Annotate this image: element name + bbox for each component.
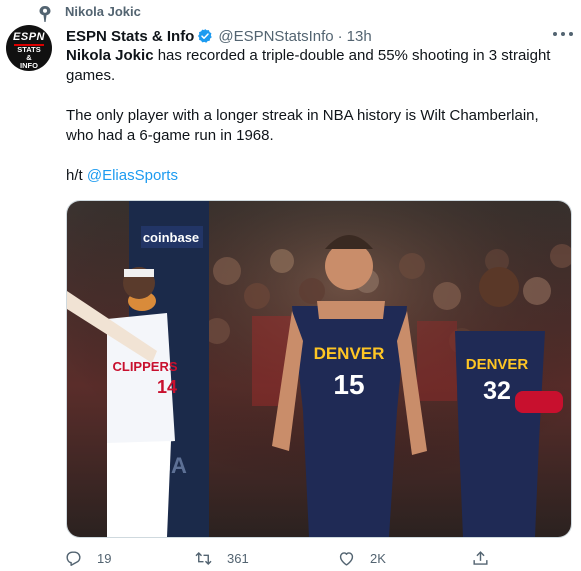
hat-tip-prefix: h/t [66,167,87,184]
retweet-count: 361 [227,550,249,566]
reply-count: 19 [97,550,112,566]
retweet-button[interactable]: 361 [194,546,249,570]
display-name[interactable]: ESPN Stats & Info [66,28,194,45]
tweet-photo[interactable]: coinbase BA CLIPPERS 14 DENVER 15 DENVER… [66,200,572,538]
photo-illustration: coinbase BA CLIPPERS 14 DENVER 15 DENVER… [67,201,571,537]
share-button[interactable] [471,546,504,570]
avatar[interactable]: ESPN STATS & INFO [6,25,52,71]
heart-icon [339,551,354,566]
svg-text:CLIPPERS: CLIPPERS [112,359,177,374]
tweet-text-paragraph-1: Nikola Jokic has recorded a triple-doubl… [66,46,566,86]
tweet-header: ESPN Stats & Info @ESPNStatsInfo · 13h [66,26,372,46]
avatar-espn-text: ESPN [13,31,45,43]
svg-text:DENVER: DENVER [314,344,385,363]
svg-text:coinbase: coinbase [143,230,199,245]
like-count: 2K [370,550,386,566]
tweet-text-bold: Nikola Jokic [66,47,154,64]
verified-badge-icon [198,29,213,43]
svg-text:14: 14 [157,377,177,397]
separator-dot: · [337,27,343,45]
svg-text:15: 15 [333,369,364,400]
svg-text:32: 32 [483,377,511,405]
tweet-text-paragraph-2: The only player with a longer streak in … [66,107,539,144]
reply-icon [66,550,81,566]
reply-button[interactable]: 19 [64,546,111,570]
share-icon [473,550,488,565]
pin-icon [39,6,51,22]
retweet-icon [195,551,212,565]
handle[interactable]: @ESPNStatsInfo [218,28,333,45]
svg-text:DENVER: DENVER [466,356,529,373]
social-context-label: Nikola Jokic [65,4,141,19]
avatar-stats-text: STATS & INFO [17,45,41,70]
tweet-text-paragraph-3: h/t @EliasSports [66,166,566,186]
timestamp[interactable]: 13h [347,28,372,45]
action-bar: 19 361 2K [64,546,564,570]
mention-link[interactable]: @EliasSports [87,167,178,184]
more-options-icon[interactable] [553,32,573,38]
like-button[interactable]: 2K [337,546,386,570]
